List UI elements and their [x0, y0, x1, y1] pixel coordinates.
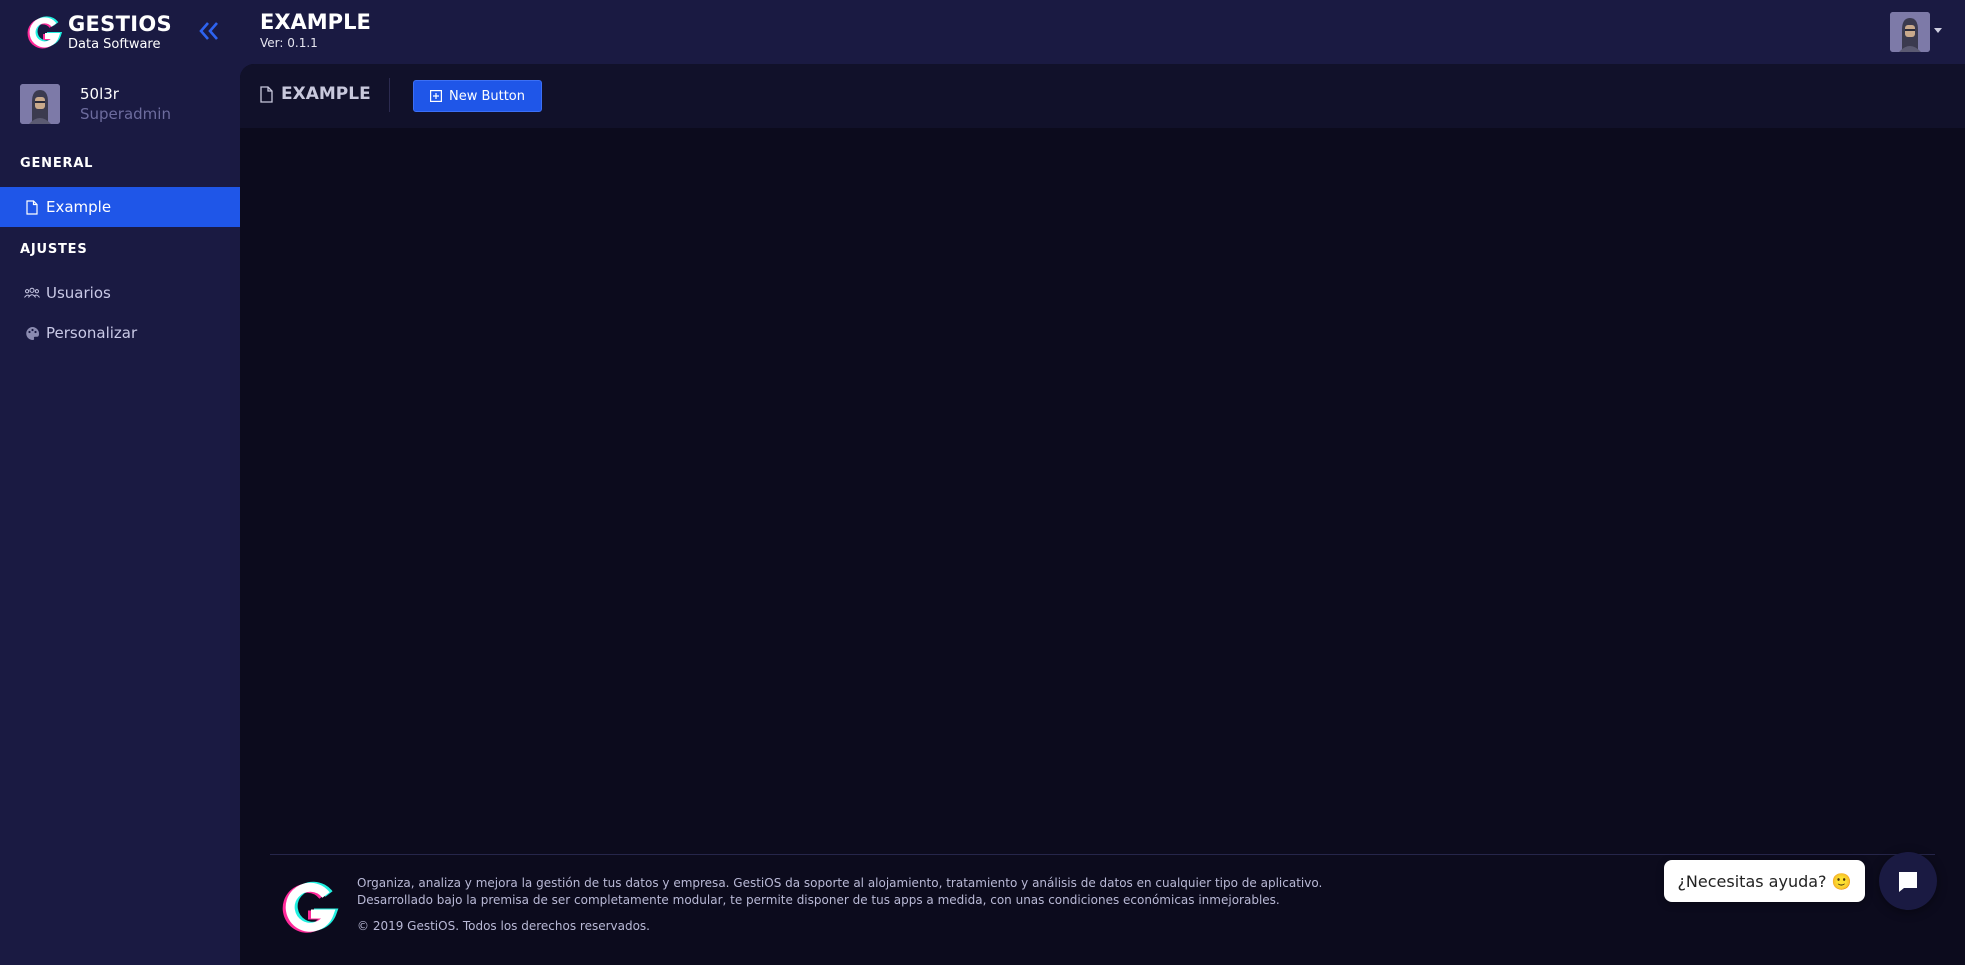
footer-copyright: © 2019 GestiOS. Todos los derechos reser…: [357, 919, 650, 933]
footer-line-2: Desarrollado bajo la premisa de ser comp…: [357, 893, 1280, 907]
sidebar: 50l3r Superadmin GENERAL Example AJUSTES: [0, 64, 240, 965]
help-bubble[interactable]: ¿Necesitas ayuda? 🙂: [1664, 860, 1865, 902]
sidebar-collapse-button[interactable]: [196, 18, 222, 44]
brand-logo[interactable]: GESTIOS Data Software: [26, 14, 172, 51]
user-role: Superadmin: [80, 104, 171, 123]
sidebar-item-usuarios[interactable]: Usuarios: [0, 273, 240, 313]
chat-icon: [1899, 872, 1917, 892]
section-label-general: GENERAL: [20, 156, 94, 171]
help-bubble-text: ¿Necesitas ayuda? 🙂: [1677, 871, 1852, 891]
avatar-image: [20, 84, 60, 124]
avatar: [1890, 12, 1930, 52]
users-icon: [24, 285, 40, 301]
brand-title: GESTIOS: [68, 12, 172, 36]
page-heading: EXAMPLE Ver: 0.1.1: [260, 10, 371, 50]
plus-square-icon: [429, 90, 442, 102]
sidebar-item-label: Example: [46, 198, 112, 216]
toolbar-title: EXAMPLE: [260, 84, 371, 104]
app-window: GESTIOS Data Software EXAMPLE Ver: 0.1.1: [0, 0, 1965, 965]
file-icon: [24, 199, 40, 215]
top-header: GESTIOS Data Software EXAMPLE Ver: 0.1.1: [0, 0, 1965, 64]
chat-button[interactable]: [1879, 852, 1937, 910]
gestios-logo-icon: [26, 15, 62, 50]
user-name: 50l3r: [80, 84, 119, 103]
user-avatar-menu[interactable]: [1890, 12, 1930, 52]
new-button-label: New Button: [448, 88, 526, 104]
section-label-ajustes: AJUSTES: [20, 242, 88, 257]
footer-line-1: Organiza, analiza y mejora la gestión de…: [357, 876, 1323, 890]
file-icon: [260, 85, 273, 103]
chevron-down-icon[interactable]: [1934, 28, 1942, 33]
gestios-logo-icon: [280, 881, 340, 935]
sidebar-item-label: Personalizar: [46, 324, 138, 342]
sidebar-user: 50l3r Superadmin: [20, 84, 171, 124]
version-label: Ver: 0.1.1: [260, 36, 318, 50]
footer-description: Organiza, analiza y mejora la gestión de…: [357, 875, 1397, 909]
double-chevron-left-icon: [199, 22, 218, 40]
palette-icon: [24, 325, 40, 341]
sidebar-item-personalizar[interactable]: Personalizar: [0, 313, 240, 353]
brand-subtitle: Data Software: [68, 37, 161, 52]
toolbar-title-text: EXAMPLE: [281, 84, 371, 104]
avatar: [20, 84, 60, 124]
new-button[interactable]: New Button: [413, 80, 542, 112]
sidebar-item-example[interactable]: Example: [0, 187, 240, 227]
main-content: EXAMPLE New Button Organiza, analiza y m…: [240, 64, 1965, 965]
content-toolbar: EXAMPLE New Button: [240, 64, 1965, 128]
sidebar-item-label: Usuarios: [46, 284, 111, 302]
toolbar-divider: [389, 78, 390, 112]
page-title: EXAMPLE: [260, 10, 371, 34]
